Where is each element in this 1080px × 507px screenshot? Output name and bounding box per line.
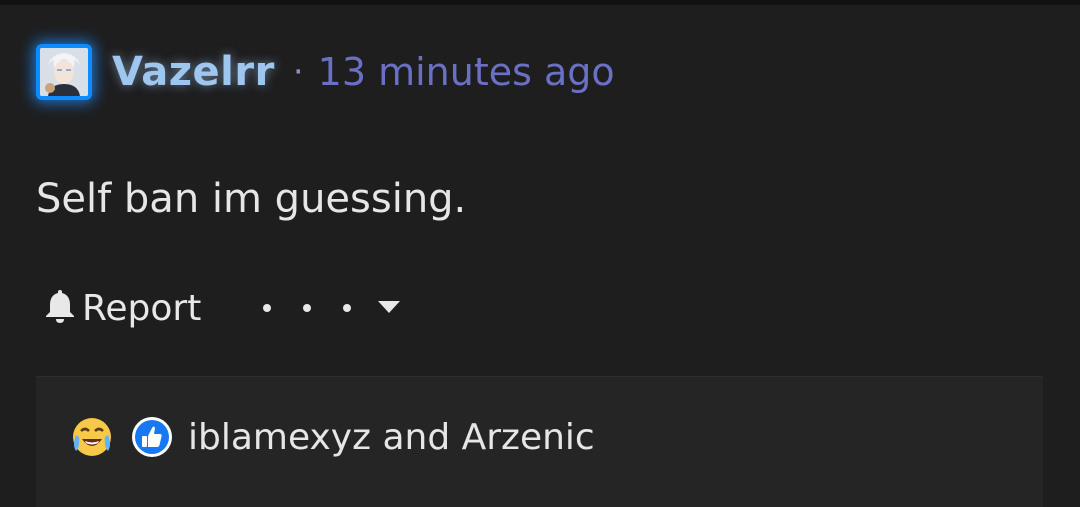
reactions-summary[interactable]: iblamexyz and Arzenic — [70, 415, 595, 459]
caret-down-icon — [377, 299, 401, 318]
report-button[interactable]: Report — [44, 288, 201, 329]
comment-post: Vazelrr · 13 minutes ago Self ban im gue… — [0, 0, 1080, 507]
reactors-names: iblamexyz and Arzenic — [188, 416, 595, 458]
author-username[interactable]: Vazelrr — [112, 49, 275, 95]
avatar[interactable] — [36, 44, 92, 100]
more-options-button[interactable] — [263, 299, 401, 318]
reactions-panel: iblamexyz and Arzenic — [36, 376, 1043, 507]
ellipsis-icon — [263, 304, 272, 312]
post-timestamp[interactable]: 13 minutes ago — [318, 50, 615, 94]
meta-separator: · — [292, 52, 304, 92]
thumbs-up-icon — [130, 415, 174, 459]
ellipsis-dot — [343, 304, 352, 312]
post-header: Vazelrr · 13 minutes ago — [36, 41, 615, 103]
report-label: Report — [82, 287, 202, 329]
laughing-crying-icon — [70, 415, 114, 459]
ellipsis-dot — [303, 304, 312, 312]
action-bar: Report — [44, 284, 401, 332]
bell-icon — [44, 288, 76, 328]
comment-body: Self ban im guessing. — [36, 176, 467, 222]
